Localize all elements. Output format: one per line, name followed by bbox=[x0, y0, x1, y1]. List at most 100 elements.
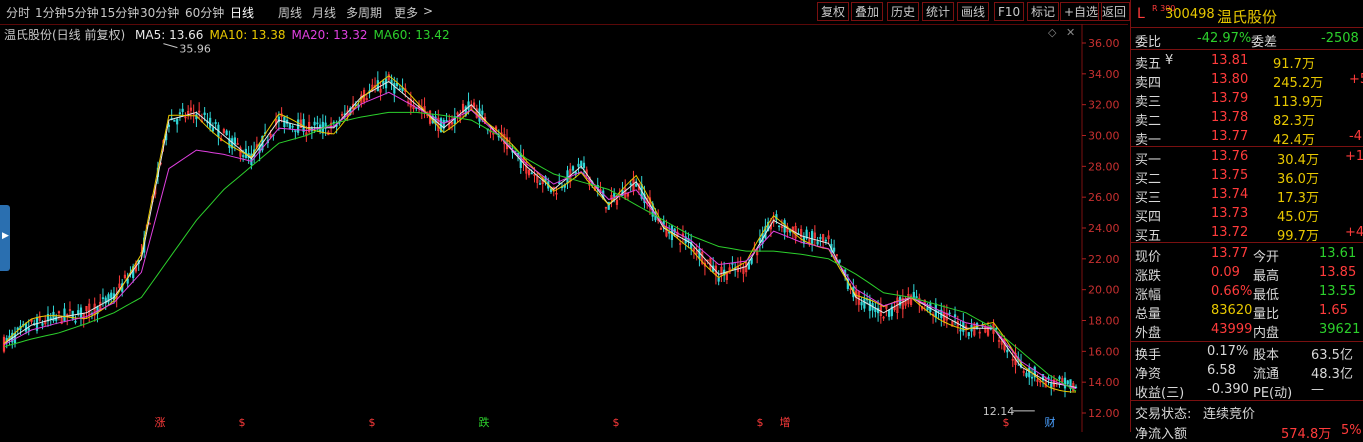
bid-volume: 36.0万 bbox=[1277, 172, 1319, 187]
ma-legend-item: MA10: 13.38 bbox=[209, 28, 286, 42]
candle-body bbox=[613, 193, 616, 197]
more-chevron-icon[interactable]: > bbox=[423, 4, 433, 18]
candle-body bbox=[288, 122, 291, 130]
candle-body bbox=[635, 183, 638, 187]
weibi-value: -42.97% bbox=[1197, 31, 1252, 46]
period-toolbar: 分时 1分钟 5分钟 15分钟 30分钟 60分钟 日线 周线 月线 多周期 更多 > 复权 叠加 历史 统计… bbox=[0, 0, 1131, 25]
candle-body bbox=[926, 306, 929, 310]
candle-body bbox=[176, 118, 179, 125]
high-price-label: 35.96 bbox=[179, 43, 211, 56]
kline-chart-svg[interactable]: 36.00 34.00 32.00 30.00 28.00 26.00 24.00 22.00… bbox=[0, 23, 1128, 432]
bid-price: 13.73 bbox=[1211, 206, 1249, 221]
stat-value: 39621 bbox=[1319, 322, 1361, 337]
event-marker[interactable]: 财 bbox=[1045, 415, 1056, 429]
ask-price: 13.81 bbox=[1211, 53, 1249, 68]
toolbar-button-5[interactable]: F10 bbox=[994, 2, 1025, 21]
bid-row: 买三 13.74 17.3万 bbox=[1131, 186, 1363, 206]
candle-body bbox=[398, 88, 401, 91]
period-tab-2[interactable]: 5分钟 bbox=[67, 4, 99, 21]
event-marker[interactable]: $ bbox=[757, 416, 764, 429]
toolbar-button-6[interactable]: 标记 bbox=[1027, 2, 1060, 21]
candle-body bbox=[1006, 349, 1009, 353]
event-marker[interactable]: $ bbox=[239, 416, 246, 429]
chevron-right-icon: ▶ bbox=[2, 231, 9, 241]
stat-value: 83620 bbox=[1211, 303, 1253, 318]
event-marker[interactable]: 涨 bbox=[155, 416, 166, 429]
candle-body bbox=[297, 119, 300, 133]
y-tick-label: 24.00 bbox=[1088, 222, 1120, 235]
stat-label: 涨跌 bbox=[1135, 269, 1162, 284]
ma5-line bbox=[3, 80, 1077, 388]
period-tab-8[interactable]: 月线 bbox=[312, 4, 336, 21]
diamond-icon[interactable]: ◇ bbox=[1048, 26, 1056, 39]
toolbar-button-0[interactable]: 复权 bbox=[817, 2, 850, 21]
candle-body bbox=[1030, 376, 1034, 379]
kline-chart[interactable]: 36.00 34.00 32.00 30.00 28.00 26.00 24.00 22.00… bbox=[0, 23, 1128, 432]
sidebar-toggle-handle[interactable]: ▶ bbox=[0, 205, 10, 271]
fund-value: 6.58 bbox=[1207, 363, 1236, 378]
candle-body bbox=[63, 308, 66, 322]
ma-legend: MA5: 13.66 MA10: 13.38 MA20: 13.32 MA60: 13… bbox=[129, 28, 450, 42]
close-icon[interactable]: ✕ bbox=[1066, 26, 1075, 39]
candle-body bbox=[948, 312, 951, 315]
toolbar-button-7[interactable]: +自选 bbox=[1060, 2, 1103, 21]
period-tab-1[interactable]: 1分钟 bbox=[35, 4, 67, 21]
toolbar-button-4[interactable]: 画线 bbox=[957, 2, 990, 21]
chart-legend: 温氏股份(日线 前复权) MA5: 13.66 MA10: 13.38 MA20: … bbox=[4, 26, 450, 43]
stock-name[interactable]: 温氏股份 bbox=[1217, 6, 1277, 27]
period-tab-6[interactable]: 日线 bbox=[230, 4, 254, 21]
candle-body bbox=[816, 241, 819, 245]
stat-value: 0.66% bbox=[1211, 284, 1253, 299]
event-marker[interactable]: 跌 bbox=[479, 415, 490, 429]
stat-value: 13.55 bbox=[1319, 284, 1357, 299]
fund-value: 63.5亿 bbox=[1311, 348, 1353, 363]
candle-body bbox=[101, 297, 105, 299]
divider bbox=[1131, 341, 1363, 342]
fundamental-row: 净资 6.58 流通 48.3亿 bbox=[1131, 362, 1363, 382]
candle-body bbox=[291, 125, 294, 128]
candle-body bbox=[580, 160, 583, 167]
candle-body bbox=[181, 108, 184, 112]
event-marker[interactable]: $ bbox=[1003, 416, 1010, 429]
toolbar-button-8[interactable]: 返回 bbox=[1098, 2, 1131, 21]
y-tick-label: 36.00 bbox=[1088, 37, 1120, 50]
period-tab-10[interactable]: 更多 bbox=[394, 4, 418, 21]
period-tab-0[interactable]: 分时 bbox=[6, 4, 30, 21]
low-price-label: 12.14 bbox=[983, 405, 1015, 418]
y-tick-label: 20.00 bbox=[1088, 284, 1120, 297]
toolbar-button-2[interactable]: 历史 bbox=[887, 2, 920, 21]
event-marker[interactable]: $ bbox=[613, 416, 620, 429]
ask-label: 卖三 bbox=[1135, 95, 1162, 110]
fund-label: PE(动) bbox=[1253, 386, 1293, 401]
period-tab-4[interactable]: 30分钟 bbox=[140, 4, 179, 21]
period-tab-3[interactable]: 15分钟 bbox=[100, 4, 139, 21]
candle-body bbox=[294, 130, 297, 132]
candle-body bbox=[819, 237, 822, 240]
candle-body bbox=[41, 323, 44, 326]
candle-body bbox=[242, 155, 245, 157]
ask-diff: +5 bbox=[1349, 72, 1363, 87]
bid-label: 买四 bbox=[1135, 210, 1162, 225]
ma60-line bbox=[3, 111, 1077, 392]
ask-label: 卖四 bbox=[1135, 76, 1162, 91]
period-tab-7[interactable]: 周线 bbox=[278, 4, 302, 21]
divider bbox=[1131, 400, 1363, 401]
event-marker[interactable]: $ bbox=[369, 416, 376, 429]
candle-body bbox=[833, 247, 836, 252]
y-tick-label: 26.00 bbox=[1088, 191, 1120, 204]
y-tick-label: 16.00 bbox=[1088, 345, 1120, 358]
fund-label: 收益(三) bbox=[1135, 386, 1185, 401]
bid-volume: 17.3万 bbox=[1277, 191, 1319, 206]
bid-volume: 45.0万 bbox=[1277, 210, 1319, 225]
toolbar-button-1[interactable]: 叠加 bbox=[851, 2, 884, 21]
toolbar-button-3[interactable]: 统计 bbox=[922, 2, 955, 21]
weicha-label: 委差 bbox=[1251, 35, 1278, 50]
ask-price: 13.79 bbox=[1211, 91, 1249, 106]
bid-volume: 30.4万 bbox=[1277, 153, 1319, 168]
divider bbox=[1131, 242, 1363, 243]
period-tab-5[interactable]: 60分钟 bbox=[185, 4, 224, 21]
period-tab-9[interactable]: 多周期 bbox=[346, 4, 382, 21]
stock-code[interactable]: 300498 bbox=[1165, 7, 1215, 22]
event-marker[interactable]: 增 bbox=[780, 415, 791, 429]
stat-label: 内盘 bbox=[1253, 326, 1280, 341]
